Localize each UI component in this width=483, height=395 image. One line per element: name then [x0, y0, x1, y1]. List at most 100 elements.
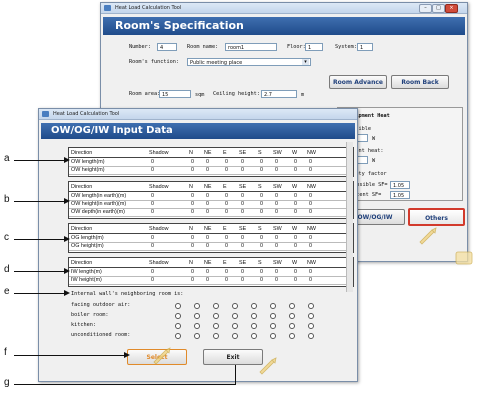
- grid-cell-input[interactable]: 0: [191, 209, 194, 215]
- grid-cell-input[interactable]: 0: [191, 167, 194, 173]
- neighbor-radio[interactable]: [289, 303, 295, 309]
- neighbor-radio[interactable]: [251, 313, 257, 319]
- grid-cell-input[interactable]: 0: [309, 235, 312, 241]
- grid-cell-input[interactable]: 0: [241, 167, 244, 173]
- neighbor-radio[interactable]: [308, 313, 314, 319]
- grid-cell-input[interactable]: 0: [275, 159, 278, 165]
- grid-cell-input[interactable]: 0: [191, 243, 194, 249]
- grid-cell-input[interactable]: 0: [241, 277, 244, 283]
- grid-cell-input[interactable]: 0: [225, 167, 228, 173]
- grid-cell-input[interactable]: 0: [191, 235, 194, 241]
- neighbor-radio[interactable]: [289, 323, 295, 329]
- neighbor-radio[interactable]: [213, 323, 219, 329]
- neighbor-radio[interactable]: [232, 333, 238, 339]
- grid-cell-input[interactable]: 0: [225, 277, 228, 283]
- neighbor-radio[interactable]: [175, 313, 181, 319]
- neighbor-radio[interactable]: [308, 323, 314, 329]
- neighbor-radio[interactable]: [194, 333, 200, 339]
- grid-cell-input[interactable]: 0: [309, 193, 312, 199]
- grid-cell-input[interactable]: 0: [241, 193, 244, 199]
- grid-cell-input[interactable]: 0: [151, 235, 154, 241]
- function-select[interactable]: Public meeting place ▾: [187, 58, 311, 66]
- grid-cell-input[interactable]: 0: [151, 201, 154, 207]
- room-advance-button[interactable]: Room Advance: [329, 75, 387, 89]
- grid-cell-input[interactable]: 0: [191, 159, 194, 165]
- grid-cell-input[interactable]: 0: [275, 201, 278, 207]
- grid-cell-input[interactable]: 0: [206, 193, 209, 199]
- floor-field[interactable]: 1: [305, 43, 323, 51]
- grid-cell-input[interactable]: 0: [294, 243, 297, 249]
- grid-cell-input[interactable]: 0: [206, 269, 209, 275]
- grid-cell-input[interactable]: 0: [206, 243, 209, 249]
- scrollbar[interactable]: [346, 142, 353, 292]
- grid-cell-input[interactable]: 0: [275, 269, 278, 275]
- grid-cell-input[interactable]: 0: [309, 167, 312, 173]
- neighbor-radio[interactable]: [175, 333, 181, 339]
- grid-cell-input[interactable]: 0: [151, 209, 154, 215]
- neighbor-radio[interactable]: [175, 323, 181, 329]
- neighbor-radio[interactable]: [289, 313, 295, 319]
- grid-cell-input[interactable]: 0: [225, 235, 228, 241]
- grid-cell-input[interactable]: 0: [294, 235, 297, 241]
- neighbor-radio[interactable]: [213, 333, 219, 339]
- grid-cell-input[interactable]: 0: [241, 201, 244, 207]
- neighbor-radio[interactable]: [270, 303, 276, 309]
- grid-cell-input[interactable]: 0: [275, 277, 278, 283]
- grid-cell-input[interactable]: 0: [151, 193, 154, 199]
- neighbor-radio[interactable]: [213, 313, 219, 319]
- grid-cell-input[interactable]: 0: [225, 269, 228, 275]
- grid-cell-input[interactable]: 0: [206, 167, 209, 173]
- neighbor-radio[interactable]: [308, 303, 314, 309]
- grid-cell-input[interactable]: 0: [260, 209, 263, 215]
- grid-cell-input[interactable]: 0: [275, 209, 278, 215]
- grid-cell-input[interactable]: 0: [294, 193, 297, 199]
- grid-cell-input[interactable]: 0: [206, 209, 209, 215]
- grid-cell-input[interactable]: 0: [260, 235, 263, 241]
- latent-sf-field[interactable]: 1.05: [390, 191, 410, 199]
- grid-cell-input[interactable]: 0: [309, 201, 312, 207]
- grid-cell-input[interactable]: 0: [241, 243, 244, 249]
- grid-cell-input[interactable]: 0: [151, 269, 154, 275]
- system-field[interactable]: 1: [357, 43, 373, 51]
- grid-cell-input[interactable]: 0: [206, 277, 209, 283]
- grid-cell-input[interactable]: 0: [241, 235, 244, 241]
- grid-cell-input[interactable]: 0: [309, 209, 312, 215]
- grid-cell-input[interactable]: 0: [309, 159, 312, 165]
- neighbor-radio[interactable]: [270, 313, 276, 319]
- room-back-button[interactable]: Room Back: [391, 75, 449, 89]
- grid-cell-input[interactable]: 0: [260, 159, 263, 165]
- grid-cell-input[interactable]: 0: [309, 243, 312, 249]
- neighbor-radio[interactable]: [232, 303, 238, 309]
- exit-button[interactable]: Exit: [203, 349, 263, 365]
- neighbor-radio[interactable]: [232, 313, 238, 319]
- neighbor-radio[interactable]: [251, 323, 257, 329]
- grid-cell-input[interactable]: 0: [260, 167, 263, 173]
- grid-cell-input[interactable]: 0: [241, 269, 244, 275]
- close-button[interactable]: ×: [445, 4, 458, 13]
- sensible-sf-field[interactable]: 1.05: [390, 181, 410, 189]
- grid-cell-input[interactable]: 0: [151, 167, 154, 173]
- grid-cell-input[interactable]: 0: [206, 159, 209, 165]
- grid-cell-input[interactable]: 0: [294, 167, 297, 173]
- neighbor-radio[interactable]: [194, 323, 200, 329]
- grid-cell-input[interactable]: 0: [225, 193, 228, 199]
- grid-cell-input[interactable]: 0: [260, 269, 263, 275]
- others-button[interactable]: Others: [408, 208, 465, 226]
- grid-cell-input[interactable]: 0: [241, 209, 244, 215]
- grid-cell-input[interactable]: 0: [260, 201, 263, 207]
- grid-cell-input[interactable]: 0: [294, 269, 297, 275]
- grid-cell-input[interactable]: 0: [294, 277, 297, 283]
- grid-cell-input[interactable]: 0: [275, 235, 278, 241]
- grid-cell-input[interactable]: 0: [225, 209, 228, 215]
- grid-cell-input[interactable]: 0: [225, 243, 228, 249]
- minimize-button[interactable]: –: [419, 4, 432, 13]
- grid-cell-input[interactable]: 0: [275, 167, 278, 173]
- neighbor-radio[interactable]: [270, 333, 276, 339]
- maximize-button[interactable]: □: [432, 4, 445, 13]
- neighbor-radio[interactable]: [213, 303, 219, 309]
- grid-cell-input[interactable]: 0: [275, 243, 278, 249]
- grid-cell-input[interactable]: 0: [309, 269, 312, 275]
- grid-cell-input[interactable]: 0: [151, 159, 154, 165]
- grid-cell-input[interactable]: 0: [191, 277, 194, 283]
- area-field[interactable]: 15: [159, 90, 191, 98]
